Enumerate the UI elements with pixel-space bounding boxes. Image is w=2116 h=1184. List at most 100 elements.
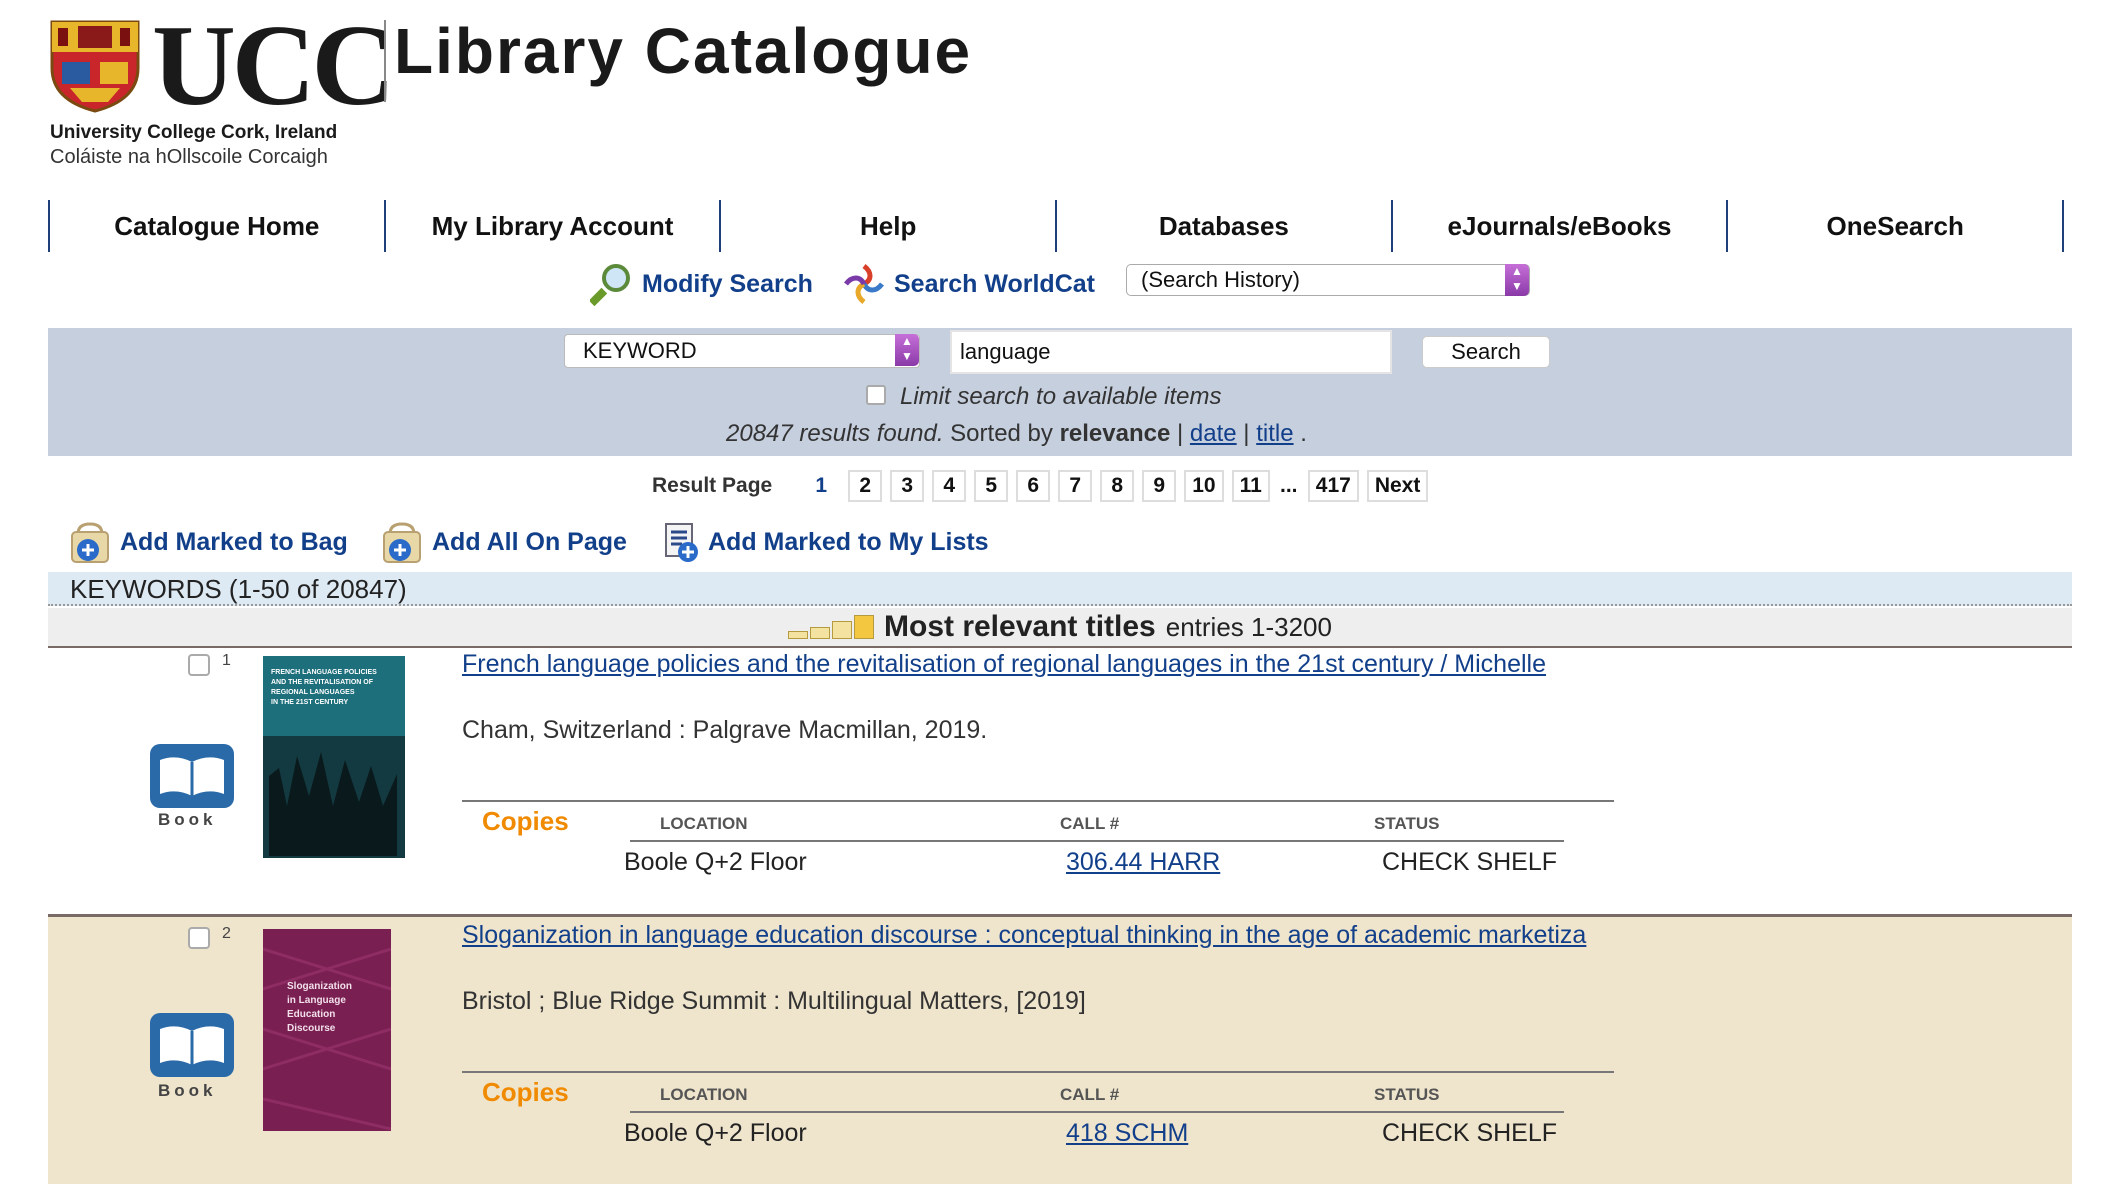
page-link[interactable]: 8 [1100, 470, 1135, 502]
search-history-value: (Search History) [1141, 267, 1300, 292]
magnifier-icon [590, 264, 630, 306]
add-marked-to-bag-button[interactable]: Add Marked to Bag [68, 520, 348, 564]
keywords-heading: KEYWORDS (1-50 of 20847) [48, 572, 2072, 606]
nav-help[interactable]: Help [719, 200, 1055, 252]
page-link[interactable]: 9 [1142, 470, 1177, 502]
search-type-select[interactable]: KEYWORD ▲ ▼ [564, 334, 920, 368]
search-type-value: KEYWORD [583, 338, 697, 363]
sorted-by-label: Sorted by [950, 420, 1053, 447]
result-row: 2 Book Sloganization in Language Educati… [48, 914, 2072, 1184]
copy-status: CHECK SHELF [1382, 1119, 1558, 1147]
book-cover-image[interactable]: Sloganization in Language Education Disc… [263, 929, 391, 1131]
copy-call-number-link[interactable]: 418 SCHM [1066, 1119, 1188, 1148]
results-count: 20847 results found. [726, 420, 944, 447]
bag-add-icon [71, 522, 109, 563]
page-link[interactable]: 11 [1231, 470, 1270, 502]
worldcat-icon [844, 264, 884, 304]
add-all-on-page-button[interactable]: Add All On Page [380, 520, 627, 564]
sort-title-link[interactable]: title [1256, 420, 1293, 447]
nav-onesearch[interactable]: OneSearch [1726, 200, 2065, 252]
ucc-wordmark: UCC [152, 2, 395, 130]
copy-status: CHECK SHELF [1382, 848, 1558, 876]
copies-divider [462, 800, 1614, 802]
page-next-link[interactable]: Next [1366, 470, 1429, 502]
page-last-link[interactable]: 417 [1307, 470, 1359, 502]
add-marked-to-my-lists-label: Add Marked to My Lists [708, 527, 989, 556]
copies-label: Copies [482, 1077, 569, 1107]
book-format-icon [150, 1013, 234, 1077]
col-status-header: STATUS [1374, 814, 1440, 833]
page-link[interactable]: 7 [1058, 470, 1093, 502]
select-arrows-icon: ▲ ▼ [895, 334, 919, 366]
page-link[interactable]: 2 [848, 470, 883, 502]
results-summary: 20847 results found. Sorted by relevance… [726, 420, 1307, 447]
result-number: 1 [222, 652, 231, 669]
search-history-select[interactable]: (Search History) ▲ ▼ [1126, 264, 1530, 296]
book-format-icon [150, 744, 234, 808]
page-link[interactable]: 4 [932, 470, 967, 502]
copy-call-number-link[interactable]: 306.44 HARR [1066, 848, 1220, 877]
search-worldcat-link[interactable]: Search WorldCat [842, 262, 1095, 306]
page-ellipsis: ... [1280, 474, 1298, 497]
svg-text:in Language: in Language [287, 995, 346, 1006]
svg-text:Discourse: Discourse [287, 1023, 336, 1034]
result-mark-checkbox[interactable] [188, 654, 210, 676]
search-button[interactable]: Search [1422, 336, 1550, 368]
ucc-crest-logo [50, 20, 140, 113]
add-marked-to-my-lists-button[interactable]: Add Marked to My Lists [662, 520, 989, 564]
select-arrows-icon: ▲ ▼ [1505, 264, 1529, 296]
col-call-header: CALL # [1060, 814, 1120, 833]
page-link[interactable]: 6 [1016, 470, 1051, 502]
ucc-subtitle-en: University College Cork, Ireland [50, 122, 338, 143]
copies-header-divider [630, 1111, 1564, 1113]
modify-search-label: Modify Search [642, 269, 813, 298]
limit-available-label: Limit search to available items [900, 383, 1222, 410]
col-location-header: LOCATION [660, 1085, 748, 1104]
result-mark-checkbox[interactable] [188, 927, 210, 949]
format-label: Book [158, 1081, 217, 1100]
sort-current: relevance [1059, 420, 1171, 447]
sort-date-link[interactable]: date [1190, 420, 1237, 447]
svg-text:IN THE 21ST CENTURY: IN THE 21ST CENTURY [271, 699, 348, 706]
page-link[interactable]: 3 [890, 470, 925, 502]
relevance-entries: entries 1-3200 [1165, 611, 1332, 642]
svg-text:Education: Education [287, 1009, 335, 1020]
nav-ejournals-ebooks[interactable]: eJournals/eBooks [1390, 200, 1727, 252]
pagination: Result Page 1 2 3 4 5 6 7 8 9 10 11 ... … [652, 470, 1429, 502]
search-query-input[interactable] [950, 330, 1392, 374]
result-title-link[interactable]: French language policies and the revital… [462, 650, 1546, 679]
bag-add-icon [383, 522, 421, 563]
nav-catalogue-home[interactable]: Catalogue Home [48, 200, 384, 252]
result-number: 2 [222, 925, 231, 942]
search-worldcat-label: Search WorldCat [894, 269, 1095, 298]
col-call-header: CALL # [1060, 1085, 1120, 1104]
logo-divider [384, 20, 386, 102]
relevance-heading: Most relevant titles entries 1-3200 [48, 608, 2072, 648]
col-status-header: STATUS [1374, 1085, 1440, 1104]
add-marked-to-bag-label: Add Marked to Bag [120, 527, 348, 556]
list-add-icon [665, 523, 698, 562]
svg-text:Sloganization: Sloganization [287, 981, 352, 992]
nav-my-library-account[interactable]: My Library Account [383, 200, 720, 252]
result-publication: Bristol ; Blue Ridge Summit : Multilingu… [462, 987, 1086, 1015]
copy-location: Boole Q+2 Floor [624, 1119, 807, 1147]
relevance-title: Most relevant titles [884, 610, 1156, 643]
col-location-header: LOCATION [660, 814, 748, 833]
result-title-link[interactable]: Sloganization in language education disc… [462, 921, 1586, 950]
svg-text:AND THE REVITALISATION OF: AND THE REVITALISATION OF [271, 679, 374, 686]
nav-databases[interactable]: Databases [1055, 200, 1391, 252]
result-publication: Cham, Switzerland : Palgrave Macmillan, … [462, 716, 988, 744]
result-row: 1 Book FRENCH LANGUAGE POLICIES AND THE … [48, 648, 2072, 912]
copies-header-divider [630, 840, 1564, 842]
svg-text:REGIONAL LANGUAGES: REGIONAL LANGUAGES [271, 689, 355, 696]
limit-available-checkbox[interactable] [866, 385, 886, 405]
copies-label: Copies [482, 806, 569, 836]
pagination-label: Result Page [652, 474, 773, 497]
modify-search-link[interactable]: Modify Search [590, 262, 813, 306]
page-link[interactable]: 10 [1184, 470, 1224, 502]
page-link[interactable]: 5 [974, 470, 1009, 502]
book-cover-image[interactable]: FRENCH LANGUAGE POLICIES AND THE REVITAL… [263, 656, 405, 858]
main-nav: Catalogue Home My Library Account Help D… [48, 200, 2065, 252]
relevance-bars-icon [788, 615, 874, 639]
format-label: Book [158, 810, 217, 829]
